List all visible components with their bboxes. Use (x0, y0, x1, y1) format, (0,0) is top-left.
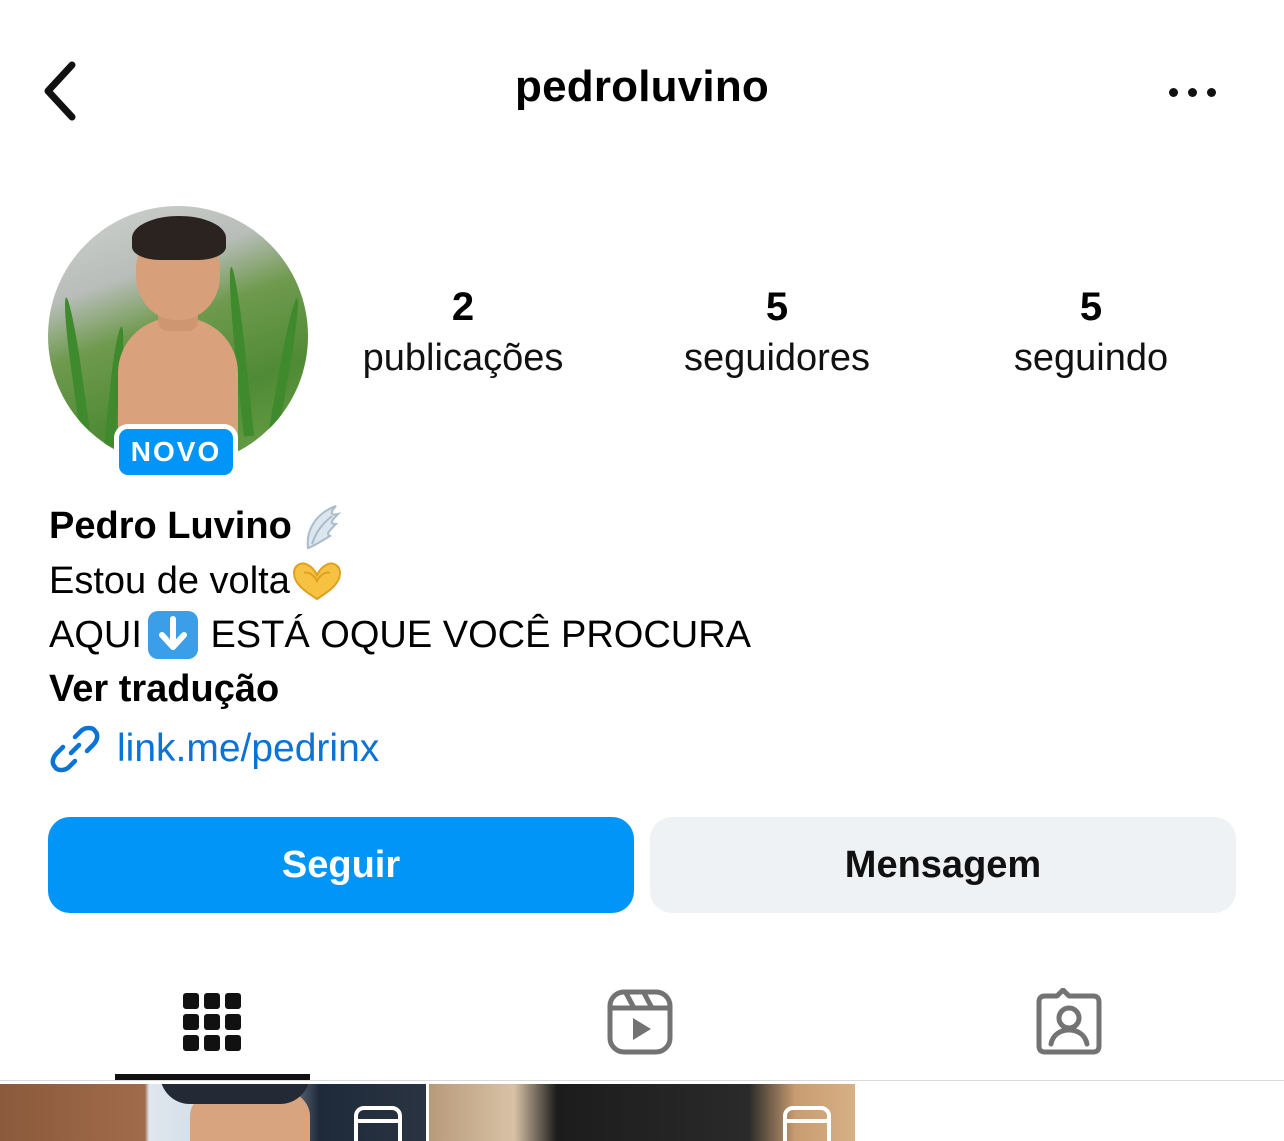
profile-username-title: pedroluvino (515, 62, 769, 111)
posts-label: publicações (362, 337, 564, 379)
followers-stat[interactable]: 5 seguidores (647, 282, 907, 384)
profile-avatar[interactable]: NOVO (48, 206, 308, 480)
post-thumbnail[interactable] (0, 1084, 426, 1141)
down-arrow-emoji-icon (147, 611, 198, 659)
more-icon-dot (1206, 87, 1216, 97)
person-hair (132, 216, 226, 260)
more-icon (1168, 87, 1178, 97)
bio-text-2-prefix: AQUI (49, 614, 142, 656)
bio-link[interactable]: link.me/pedrinx (49, 722, 1239, 776)
profile-bio: Pedro Luvino Estou de volta AQUI ESTÁ OQ… (49, 498, 1239, 776)
reels-icon (607, 989, 673, 1055)
see-translation-link[interactable]: Ver tradução (49, 662, 1239, 716)
heart-hands-emoji-icon (292, 562, 341, 601)
more-options-button[interactable] (1164, 78, 1220, 106)
tabs-divider (0, 1080, 1284, 1081)
bio-text-1: Estou de volta (49, 560, 290, 602)
reels-icon (783, 1106, 831, 1141)
following-stat[interactable]: 5 seguindo (961, 282, 1221, 384)
following-label: seguindo (1013, 337, 1169, 379)
new-profile-badge: NOVO (114, 424, 238, 480)
bio-text-2-suffix: ESTÁ OQUE VOCÊ PROCURA (199, 614, 751, 656)
bio-line-2: AQUI ESTÁ OQUE VOCÊ PROCURA (49, 608, 1239, 662)
wing-emoji-icon (306, 505, 342, 550)
new-badge-label: NOVO (119, 429, 233, 475)
bio-link-text: link.me/pedrinx (117, 727, 380, 770)
display-name: Pedro Luvino (49, 505, 292, 547)
follow-button[interactable]: Seguir (48, 817, 634, 913)
display-name-row: Pedro Luvino (49, 498, 1239, 554)
thumbnail-hat (160, 1084, 310, 1104)
message-button[interactable]: Mensagem (650, 817, 1236, 913)
posts-count: 2 (451, 285, 475, 329)
following-count: 5 (1079, 285, 1103, 329)
followers-count: 5 (765, 285, 789, 329)
grid-icon (183, 993, 241, 1051)
post-thumbnail[interactable] (429, 1084, 855, 1141)
tagged-icon (1036, 988, 1102, 1055)
reels-icon (354, 1106, 402, 1141)
tab-tagged[interactable] (972, 970, 1166, 1074)
link-icon (50, 725, 100, 773)
profile-page: pedroluvino NOVO 2 publicações 5 seguido… (0, 0, 1284, 1141)
posts-stat[interactable]: 2 publicações (333, 282, 593, 384)
tab-reels[interactable] (543, 970, 737, 1074)
more-icon-dot (1187, 87, 1197, 97)
tab-posts-grid[interactable] (115, 970, 309, 1074)
followers-label: seguidores (684, 337, 870, 379)
bio-line-1: Estou de volta (49, 554, 1239, 608)
